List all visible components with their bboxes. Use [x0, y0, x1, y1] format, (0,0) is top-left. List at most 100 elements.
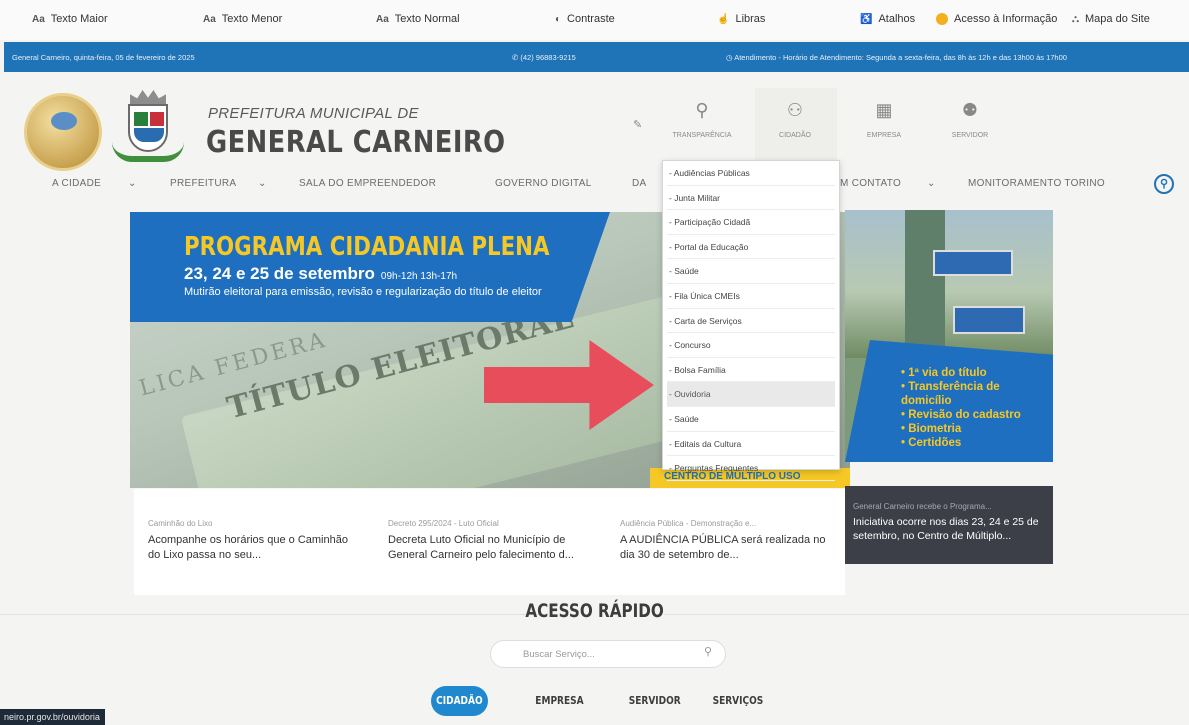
menu-item-junta-militar[interactable]: - Junta Militar — [667, 186, 835, 211]
tab-empresa[interactable]: EMPRESA — [526, 686, 592, 716]
company-link[interactable]: ▦ EMPRESA — [849, 98, 919, 139]
menu-item-participacao[interactable]: - Participação Cidadã — [667, 210, 835, 235]
menu-item-ouvidoria[interactable]: - Ouvidoria — [667, 382, 835, 407]
nav-prefeitura[interactable]: PREFEITURA — [170, 178, 236, 189]
info-bar: General Carneiro, quinta-feira, 05 de fe… — [4, 42, 1189, 72]
font-smaller-button[interactable]: Aa Texto Menor — [203, 13, 282, 25]
menu-item-audiencias[interactable]: - Audiências Públicas — [667, 161, 835, 186]
org-subtitle[interactable]: PREFEITURA MUNICIPAL DE — [208, 105, 419, 122]
banner-date-value: 23, 24 e 25 de setembro — [184, 264, 375, 283]
nav-sala-empreendedor[interactable]: SALA DO EMPREENDEDOR — [299, 178, 436, 189]
news-card[interactable]: Caminhão do Lixo Acompanhe os horários q… — [134, 489, 374, 595]
employee-label: SERVIDOR — [951, 132, 989, 139]
news-category: General Carneiro recebe o Programa... — [853, 502, 992, 511]
search-icon[interactable]: ⚲ — [704, 645, 712, 658]
menu-item-carta-servicos[interactable]: - Carta de Serviços — [667, 309, 835, 334]
menu-item-saude-2[interactable]: - Saúde — [667, 407, 835, 432]
crown-icon — [130, 90, 166, 104]
phone-value: (42) 96883-9215 — [520, 53, 576, 62]
transparency-link[interactable]: ⚲ TRANSPARÊNCIA — [667, 98, 737, 139]
employee-link[interactable]: ⚉ SERVIDOR — [935, 98, 1005, 139]
nav-label: PREFEITURA — [170, 178, 237, 189]
service-item: Biometria — [901, 422, 1053, 436]
menu-item-educacao[interactable]: - Portal da Educação — [667, 235, 835, 260]
libras-label: Libras — [735, 13, 766, 25]
tab-label: SERVIÇOS — [712, 694, 764, 707]
sitemap-label: Mapa do Site — [1085, 13, 1150, 25]
sitemap-button[interactable]: ⛬ Mapa do Site — [1072, 13, 1150, 25]
menu-item-saude[interactable]: - Saúde — [667, 259, 835, 284]
banner-time: 09h-12h 13h-17h — [380, 271, 458, 282]
shortcuts-button[interactable]: ♿ Atalhos — [860, 13, 915, 25]
search-icon[interactable]: ⚲ — [1154, 174, 1174, 194]
menu-item-fila-cmeis[interactable]: - Fila Única CMEIs — [667, 284, 835, 309]
news-category: Audiência Pública - Demonstração e... — [620, 519, 757, 528]
chevron-down-icon[interactable]: ⌄ — [258, 178, 267, 189]
tab-servicos[interactable]: SERVIÇOS — [700, 686, 776, 716]
access-info-button[interactable]: Acesso à Informação — [936, 13, 1057, 25]
menu-item-bolsa-familia[interactable]: - Bolsa Família — [667, 358, 835, 383]
service-search-input[interactable]: Buscar Serviço... — [490, 640, 726, 668]
seal-logo[interactable] — [24, 93, 102, 171]
org-title[interactable]: GENERAL CARNEIRO — [206, 125, 506, 160]
service-item: 1ª via do título — [901, 366, 1053, 380]
font-size-icon: Aa — [203, 13, 216, 25]
quick-access-title: ACESSO RÁPIDO — [0, 600, 1189, 622]
news-card[interactable]: Decreto 295/2024 - Luto Oficial Decreta … — [374, 489, 606, 595]
pencil-icon: ✎ — [633, 119, 643, 131]
people-icon: ⚇ — [786, 100, 804, 120]
accessibility-bar: Aa Texto Maior Aa Texto Menor Aa Texto N… — [0, 0, 1189, 40]
menu-item-perguntas[interactable]: - Perguntas Frequentes — [667, 456, 835, 481]
banner-side-panel: 1ª via do título Transferência de domicí… — [845, 210, 1053, 462]
citizen-dropdown-menu: - Audiências Públicas - Junta Militar - … — [662, 160, 840, 481]
banner-subtitle: Mutirão eleitoral para emissão, revisão … — [184, 286, 542, 298]
font-larger-label: Texto Maior — [50, 13, 108, 25]
nav-da[interactable]: DA — [632, 178, 647, 189]
sign-shape — [933, 250, 1013, 276]
news-title: Iniciativa ocorre nos dias 23, 24 e 25 d… — [853, 516, 1039, 542]
news-category: Decreto 295/2024 - Luto Oficial — [388, 519, 499, 528]
status-url-tooltip: neiro.pr.gov.br/ouvidoria — [0, 709, 105, 725]
nav-label: DA — [632, 178, 647, 189]
service-item: Transferência de domicílio — [901, 380, 1053, 408]
news-category: Caminhão do Lixo — [148, 519, 213, 528]
hours-value: Atendimento - Horário de Atendimento: Se… — [734, 53, 1067, 62]
tab-label: EMPRESA — [534, 694, 584, 707]
news-card[interactable]: Audiência Pública - Demonstração e... A … — [606, 489, 845, 595]
font-larger-button[interactable]: Aa Texto Maior — [32, 13, 108, 25]
laurel-icon — [112, 142, 184, 162]
tab-servidor[interactable]: SERVIDOR — [620, 686, 690, 716]
info-icon — [936, 13, 948, 25]
banner-title: PROGRAMA CIDADANIA PLENA — [184, 232, 550, 262]
menu-item-editais[interactable]: - Editais da Cultura — [667, 432, 835, 457]
news-title: Acompanhe os horários que o Caminhão do … — [148, 534, 348, 561]
shortcuts-label: Atalhos — [878, 13, 916, 25]
tab-label: CIDADÃO — [436, 694, 483, 707]
hand-icon: ☝ — [717, 13, 730, 25]
news-card-featured[interactable]: General Carneiro recebe o Programa... In… — [845, 486, 1053, 564]
nav-monitoramento[interactable]: MONITORAMENTO TORINO — [968, 178, 1105, 189]
phone-text: ✆ (42) 96883-9215 — [512, 53, 576, 62]
tab-cidadao[interactable]: CIDADÃO — [431, 686, 488, 716]
libras-button[interactable]: ☝ Libras — [717, 13, 765, 25]
nav-label: A CIDADE — [52, 178, 102, 189]
accessibility-icon: ♿ — [860, 13, 873, 25]
chevron-down-icon[interactable]: ⌄ — [927, 178, 936, 189]
nav-contato[interactable]: M CONTATO — [840, 178, 901, 189]
coat-of-arms-logo[interactable] — [108, 90, 188, 170]
access-info-label: Acesso à Informação — [954, 13, 1058, 25]
nav-a-cidade[interactable]: A CIDADE — [52, 178, 101, 189]
clock-icon: ◷ — [726, 53, 735, 62]
news-title: A AUDIÊNCIA PÚBLICA será realizada no di… — [620, 534, 826, 561]
company-label: EMPRESA — [866, 132, 902, 139]
nav-governo-digital[interactable]: GOVERNO DIGITAL — [495, 178, 592, 189]
building-icon: ▦ — [875, 100, 893, 120]
font-normal-button[interactable]: Aa Texto Normal — [376, 13, 460, 25]
chevron-down-icon[interactable]: ⌄ — [128, 178, 137, 189]
contrast-icon: ◐ — [555, 13, 562, 25]
building-photo — [845, 210, 1053, 358]
menu-item-concurso[interactable]: - Concurso — [667, 333, 835, 358]
citizen-link[interactable]: ⚇ CIDADÃO — [760, 98, 830, 139]
contrast-button[interactable]: ◐ Contraste — [555, 13, 615, 25]
service-item: Revisão do cadastro — [901, 408, 1053, 422]
